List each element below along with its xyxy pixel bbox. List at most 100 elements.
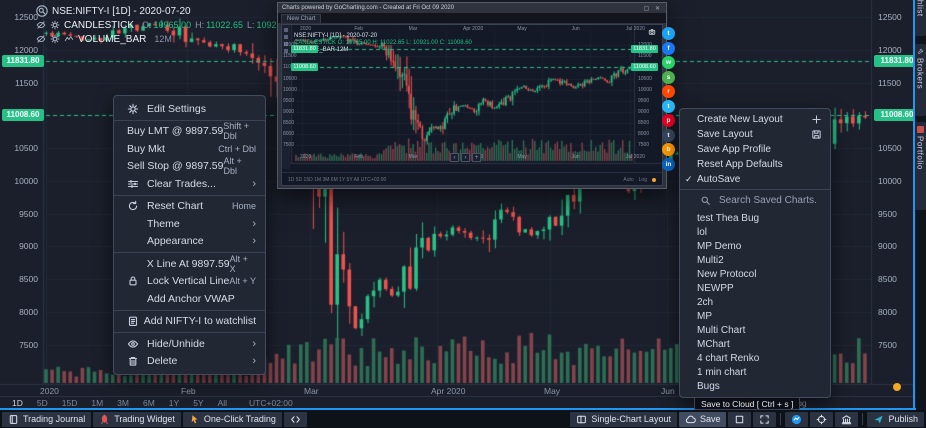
menu-item-theme[interactable]: Theme› (114, 215, 265, 233)
layout-menu-item-reset-app-defaults[interactable]: Reset App Defaults (680, 157, 830, 172)
menu-item-clear-trades[interactable]: Clear Trades...› (114, 175, 265, 193)
popup-pan-control[interactable]: ‹ (450, 153, 459, 162)
timeframe-5d[interactable]: 5D (37, 398, 48, 408)
one-click-trading-button[interactable]: One-Click Trading (183, 412, 282, 427)
timeframe-5y[interactable]: 5Y (193, 398, 203, 408)
hide-study-icon[interactable] (36, 34, 46, 44)
layout-menu-item-autosave[interactable]: ✓AutoSave (680, 172, 830, 187)
popup-price-badge: 11831.80 (291, 45, 318, 53)
timeframe-15d[interactable]: 15D (62, 398, 78, 408)
share-blogger-button[interactable]: b (662, 143, 675, 156)
popup-pan-control[interactable]: › (461, 153, 470, 162)
menu-item-reset-chart[interactable]: Reset ChartHome (114, 198, 265, 216)
saved-chart-item[interactable]: New Protocol (680, 267, 830, 281)
price-tick-label: 10500 (4, 143, 38, 153)
menu-item-appearance[interactable]: Appearance› (114, 233, 265, 251)
layout-menu-item-create-new-layout[interactable]: Create New Layout (680, 112, 830, 127)
fullscreen-button[interactable] (753, 412, 776, 427)
saved-chart-item[interactable]: 2ch (680, 295, 830, 309)
code-editor-button[interactable] (284, 412, 307, 427)
menu-shortcut: Shift + Dbl (223, 121, 256, 141)
popup-date-label: 2020 (300, 154, 311, 160)
share-pinterest-button[interactable]: p (662, 114, 675, 127)
timezone-label[interactable]: UTC+02:00 (249, 398, 293, 408)
saved-chart-item[interactable]: Multi Chart (680, 323, 830, 337)
publish-button[interactable]: Publish (867, 412, 924, 427)
popup-title-bar[interactable]: Charts powered by GoCharting.com - Creat… (278, 3, 666, 13)
saved-chart-item[interactable]: 1 min chart (680, 365, 830, 379)
share-twitter-button[interactable]: t (662, 27, 675, 40)
timeframe-all[interactable]: All (218, 398, 227, 408)
hide-study-icon[interactable] (36, 20, 46, 30)
price-tick-label: 9000 (4, 241, 38, 251)
popup-date-label: Jun (572, 154, 580, 160)
share-facebook-button[interactable]: f (662, 42, 675, 55)
menu-item-x-line-at-9897-59[interactable]: X Line At 9897.59Alt + X (114, 255, 265, 273)
saved-chart-item[interactable]: Multi2 (680, 253, 830, 267)
saved-charts-search-input[interactable]: Search Saved Charts. (680, 189, 830, 211)
popup-log-toggle[interactable]: Log (639, 177, 647, 183)
saved-chart-item[interactable]: Bugs (680, 379, 830, 393)
popup-chart-tab[interactable]: New Chart (281, 14, 321, 23)
single-chart-layout-button[interactable]: Single-Chart Layout (570, 412, 677, 427)
saved-chart-item[interactable]: NEWPP (680, 281, 830, 295)
button-label: One-Click Trading (204, 414, 276, 424)
share-tumblr-button[interactable]: t (662, 129, 675, 142)
share-sharethis-button[interactable]: s (662, 71, 675, 84)
save-button[interactable]: Save (679, 412, 727, 427)
volume-study-name: VOLUME_BAR (78, 34, 146, 45)
side-tab-portfolio[interactable]: Portfolio (914, 122, 926, 210)
share-linkedin-button[interactable]: in (662, 158, 675, 171)
crosshair-button[interactable] (810, 412, 833, 427)
plane-icon (873, 414, 884, 425)
menu-item-add-nifty-i-to-watchlist[interactable]: Add NIFTY-I to watchlist (114, 313, 265, 331)
menu-item-sell-stop-9897-59[interactable]: Sell Stop @ 9897.59Alt + Dbl (114, 158, 265, 176)
popup-title: Charts powered by GoCharting.com - Creat… (282, 5, 454, 11)
popup-price-label: 11500 (638, 53, 662, 59)
menu-item-buy-mkt[interactable]: Buy MktCtrl + Dbl (114, 140, 265, 158)
saved-chart-item[interactable]: 4 chart Renko (680, 351, 830, 365)
menu-item-delete[interactable]: Delete› (114, 353, 265, 371)
menu-item-hide-unhide[interactable]: Hide/Unhide› (114, 335, 265, 353)
share-reddit-button[interactable]: r (662, 85, 675, 98)
side-tab-brokers[interactable]: Brokers (914, 44, 926, 116)
saved-chart-item[interactable]: MP (680, 309, 830, 323)
symbol-search-icon[interactable] (36, 5, 48, 17)
stop-button[interactable] (728, 412, 751, 427)
button-label: Publish (888, 414, 918, 424)
broker-button[interactable] (835, 412, 858, 427)
menu-item-label: Delete (147, 355, 252, 367)
menu-item-buy-lmt-9897-59[interactable]: Buy LMT @ 9897.59Shift + Dbl (114, 123, 265, 141)
timeframe-1d[interactable]: 1D (12, 398, 23, 408)
snapshot-camera-icon[interactable] (648, 28, 656, 36)
button-label: Save (700, 414, 721, 424)
popup-pan-control[interactable]: + (472, 153, 481, 162)
share-telegram-button[interactable]: t (662, 100, 675, 113)
saved-chart-item[interactable]: test Thea Bug (680, 211, 830, 225)
menu-item-edit-settings[interactable]: Edit Settings (114, 100, 265, 118)
menu-item-add-anchor-vwap[interactable]: Add Anchor VWAP (114, 290, 265, 308)
timeframe-3m[interactable]: 3M (117, 398, 129, 408)
layout-menu-item-save-app-profile[interactable]: Save App Profile (680, 142, 830, 157)
menu-item-label: Hide/Unhide (147, 338, 252, 350)
menu-item-lock-vertical-line[interactable]: Lock Vertical LineAlt + Y (114, 273, 265, 291)
trading-journal-button[interactable]: Trading Journal (2, 412, 91, 427)
screenshot-button[interactable] (785, 412, 808, 427)
price-tick-label: 8500 (4, 274, 38, 284)
trading-widget-button[interactable]: Trading Widget (93, 412, 181, 427)
timeframe-6m[interactable]: 6M (143, 398, 155, 408)
saved-chart-item[interactable]: lol (680, 225, 830, 239)
side-tab-watchlist[interactable]: Watchlist (914, 0, 926, 36)
popup-window-buttons[interactable]: ▢ ✕ (644, 5, 662, 12)
study-settings-icon[interactable] (50, 34, 60, 44)
search-icon (700, 195, 711, 206)
layout-menu-item-save-layout[interactable]: Save Layout (680, 127, 830, 142)
timeframe-1m[interactable]: 1M (91, 398, 103, 408)
saved-chart-item[interactable]: MChart (680, 337, 830, 351)
timeframe-1y[interactable]: 1Y (169, 398, 179, 408)
saved-chart-item[interactable]: MP Demo (680, 239, 830, 253)
popup-auto-toggle[interactable]: Auto (623, 177, 633, 183)
share-whatsapp-button[interactable]: w (662, 56, 675, 69)
study-settings-icon[interactable] (50, 20, 60, 30)
share-preview-window[interactable]: Charts powered by GoCharting.com - Creat… (277, 2, 667, 189)
